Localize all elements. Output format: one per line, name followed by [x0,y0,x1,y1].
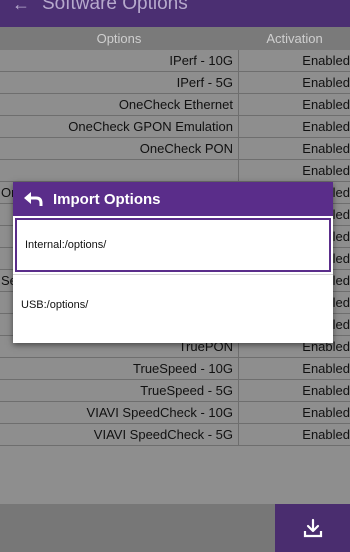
table-row[interactable]: VIAVI SpeedCheck - 10G Enabled [0,402,350,424]
table-row[interactable]: IPerf - 10G Enabled [0,50,350,72]
option-name: IPerf - 10G [0,50,239,71]
option-name [0,160,239,181]
dialog-title: Import Options [53,190,161,208]
activation-status: Enabled [302,427,350,442]
dialog-header: Import Options [13,182,333,216]
table-row[interactable]: Enabled [0,160,350,182]
option-name: TrueSpeed - 5G [0,380,239,401]
option-name: VIAVI SpeedCheck - 5G [0,424,239,445]
column-options: Options [96,31,142,46]
activation-status: Enabled [302,53,350,68]
option-internal[interactable]: Internal:/options/ [15,218,331,272]
table-row[interactable]: OneCheck PON Enabled [0,138,350,160]
activation-status: Enabled [302,361,350,376]
option-name: VIAVI SpeedCheck - 10G [0,402,239,423]
option-usb[interactable]: USB:/options/ [13,275,333,335]
table-row[interactable]: TrueSpeed - 10G Enabled [0,358,350,380]
option-name: TrueSpeed - 10G [0,358,239,379]
activation-status: Enabled [302,119,350,134]
table-header: Options Activation [0,27,350,50]
table-row[interactable]: OneCheck GPON Emulation Enabled [0,116,350,138]
activation-status: Enabled [302,97,350,112]
app-bar: ← Software Options [0,0,350,27]
table-row[interactable]: OneCheck Ethernet Enabled [0,94,350,116]
option-internal-label: Internal:/options/ [25,239,107,251]
option-name: IPerf - 5G [0,72,239,93]
activation-status: Enabled [302,405,350,420]
activation-status: Enabled [302,141,350,156]
option-name: OneCheck GPON Emulation [0,116,239,137]
table-row[interactable]: TrueSpeed - 5G Enabled [0,380,350,402]
option-name: OneCheck Ethernet [0,94,239,115]
download-button[interactable] [275,504,350,552]
table-row[interactable]: IPerf - 5G Enabled [0,72,350,94]
import-options-dialog: Import Options Internal:/options/ USB:/o… [13,182,333,343]
dialog-back-icon[interactable] [13,191,53,207]
activation-status: Enabled [302,163,350,178]
activation-status: Enabled [302,75,350,90]
option-name: OneCheck PON [0,138,239,159]
table-row[interactable]: VIAVI SpeedCheck - 5G Enabled [0,424,350,446]
option-usb-label: USB:/options/ [21,299,89,311]
page-title: Software Options [42,0,188,14]
column-activation: Activation [266,31,323,46]
back-arrow-icon[interactable]: ← [12,0,30,15]
activation-status: Enabled [302,383,350,398]
download-icon [303,518,322,538]
